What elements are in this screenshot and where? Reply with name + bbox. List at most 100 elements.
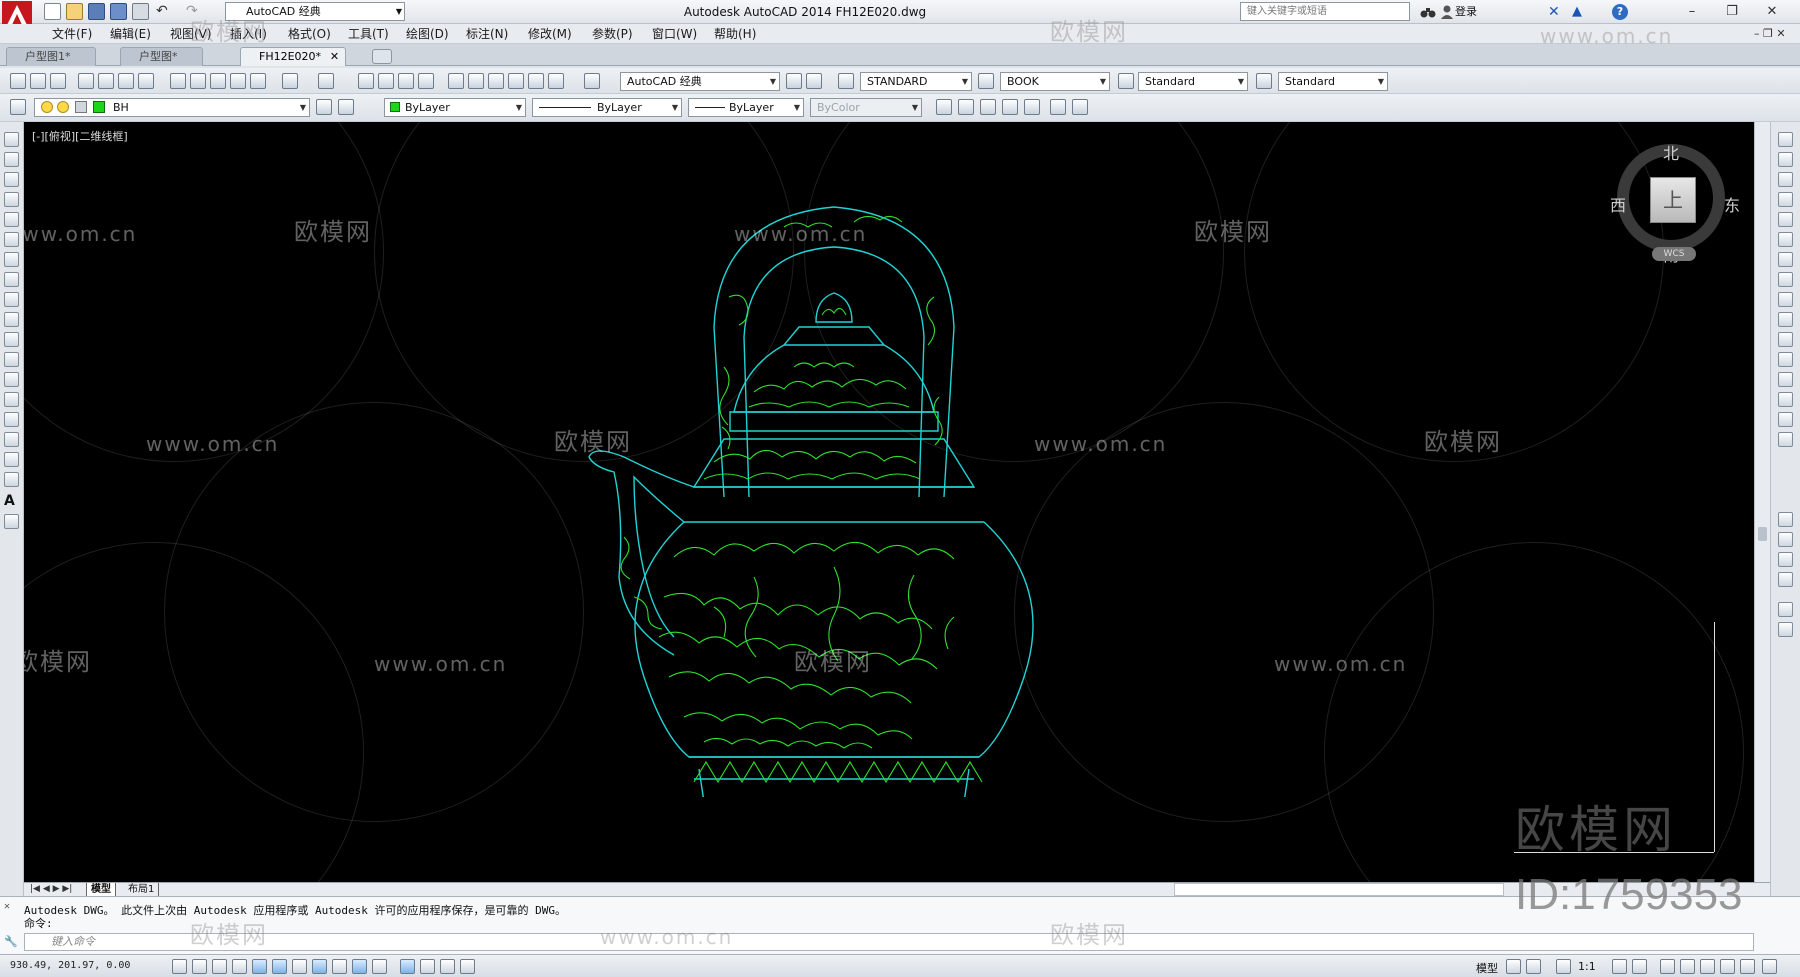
copy-icon[interactable] [190,73,206,89]
break-icon[interactable] [1778,352,1793,367]
save-icon[interactable] [50,73,66,89]
tab-model[interactable]: 模型 [86,883,116,897]
search-input[interactable]: 键入关键字或短语 [1240,2,1410,21]
selection-cycling-icon[interactable] [440,959,455,974]
compass-north[interactable]: 北 [1663,140,1679,164]
color-select[interactable]: ByLayer ▼ [384,98,526,117]
erase-icon[interactable] [1778,132,1793,147]
annotation-scale-value[interactable]: 1:1 [1578,960,1596,973]
properties-icon[interactable] [448,73,464,89]
close-button[interactable]: ✕ [1756,2,1788,22]
close-tab-icon[interactable]: ✕ [330,48,339,66]
menu-modify[interactable]: 修改(M) [528,26,572,42]
quick-view-drawings-icon[interactable] [1526,959,1541,974]
drawing-canvas[interactable]: [-][俯视][二维线框] 欧模网 www.om.cn 欧模网 ww.om.cn… [24,122,1754,882]
undo-icon[interactable]: ↶ [156,3,180,20]
print-icon[interactable] [132,3,149,20]
workspace-switching-icon[interactable] [1660,959,1675,974]
render-icon[interactable] [1002,99,1018,115]
spline-icon[interactable] [4,292,19,307]
mdi-controls[interactable]: – ❐ ✕ [1754,27,1786,40]
redo-icon[interactable] [318,73,334,89]
qnew-icon[interactable] [10,73,26,89]
menu-file[interactable]: 文件(F) [52,26,92,42]
fillet-icon[interactable] [1778,412,1793,427]
mirror-icon[interactable] [1778,172,1793,187]
zoom-previous-icon[interactable] [418,73,434,89]
isolate-objects-icon[interactable] [1720,959,1735,974]
xline-icon[interactable] [4,152,19,167]
dynamic-ucs-icon[interactable] [332,959,347,974]
tool-palettes-icon[interactable] [488,73,504,89]
menu-dimension[interactable]: 标注(N) [466,26,508,42]
sun-properties-icon[interactable] [1050,99,1066,115]
sheet-set-icon[interactable] [508,73,524,89]
vertical-scrollbar[interactable] [1754,122,1770,882]
close-command-icon[interactable]: ✕ [4,901,10,912]
quick-properties-icon[interactable] [420,959,435,974]
extend-icon[interactable] [1778,332,1793,347]
horizontal-scrollbar[interactable] [1174,883,1504,896]
quick-view-layouts-icon[interactable] [1506,959,1521,974]
a360-icon[interactable]: ▲ [1572,4,1588,20]
menu-edit[interactable]: 编辑(E) [110,26,151,42]
menu-draw[interactable]: 绘图(D) [406,26,449,42]
make-current-icon[interactable] [316,99,332,115]
workspace-settings-icon[interactable] [786,73,802,89]
compass-east[interactable]: 东 [1724,192,1740,216]
auto-scale-icon[interactable] [1632,959,1647,974]
dynamic-input-icon[interactable] [352,959,367,974]
layer-select[interactable]: BH ▼ [34,98,310,117]
snap-mode-icon[interactable] [192,959,207,974]
help-icon[interactable]: ? [1612,4,1628,20]
block-editor-icon[interactable] [250,73,266,89]
dim-style-select[interactable]: BOOK ▼ [1000,72,1110,91]
mleader-style-icon[interactable] [1256,73,1272,89]
insert-block-icon[interactable] [4,352,19,367]
arc-icon[interactable] [4,232,19,247]
explode-icon[interactable] [1778,432,1793,447]
save-icon[interactable] [88,3,105,20]
login-link[interactable]: 登录 [1455,3,1477,21]
3dprint-icon[interactable] [138,73,154,89]
design-center-icon[interactable] [468,73,484,89]
gradient-icon[interactable] [4,432,19,447]
copy-object-icon[interactable] [1778,152,1793,167]
save-as-icon[interactable] [110,3,127,20]
object-snap-icon[interactable] [272,959,287,974]
restore-button[interactable]: ❐ [1716,2,1748,22]
visual-style-icon[interactable] [980,99,996,115]
text-front-icon[interactable] [1778,572,1793,587]
wrench-icon[interactable]: 🔧 [4,935,18,948]
zoom-window-icon[interactable] [398,73,414,89]
materials-icon[interactable] [1024,99,1040,115]
compass-west[interactable]: 西 [1610,192,1626,216]
orbit-icon[interactable] [958,99,974,115]
ortho-mode-icon[interactable] [232,959,247,974]
minimize-button[interactable]: – [1676,2,1708,22]
hatch-icon[interactable] [4,412,19,427]
command-input[interactable]: 键入命令 [24,933,1754,951]
circle-icon[interactable] [4,252,19,267]
rotate-icon[interactable] [1778,252,1793,267]
menu-window[interactable]: 窗口(W) [652,26,697,42]
clean-screen-icon[interactable] [1762,959,1777,974]
workspace-select[interactable]: AutoCAD 经典 ▼ [620,72,780,91]
make-block-icon[interactable] [4,372,19,387]
trim-icon[interactable] [1778,312,1793,327]
layer-previous-icon[interactable] [338,99,354,115]
add-selected-icon[interactable] [4,514,19,529]
mleader-style-select[interactable]: Standard ▼ [1278,72,1388,91]
calculator-icon[interactable] [548,73,564,89]
annotation-visibility-icon[interactable] [1612,959,1627,974]
teapot-drawing[interactable] [554,177,1114,797]
undo-icon[interactable] [282,73,298,89]
table-icon[interactable] [4,472,19,487]
menu-format[interactable]: 格式(O) [288,26,331,42]
bring-front-icon[interactable] [1778,532,1793,547]
multiline-text-icon[interactable]: A [4,494,19,509]
3d-osnap-icon[interactable] [292,959,307,974]
dim-style-icon[interactable] [978,73,994,89]
move-icon[interactable] [1778,232,1793,247]
help-icon[interactable] [584,73,600,89]
